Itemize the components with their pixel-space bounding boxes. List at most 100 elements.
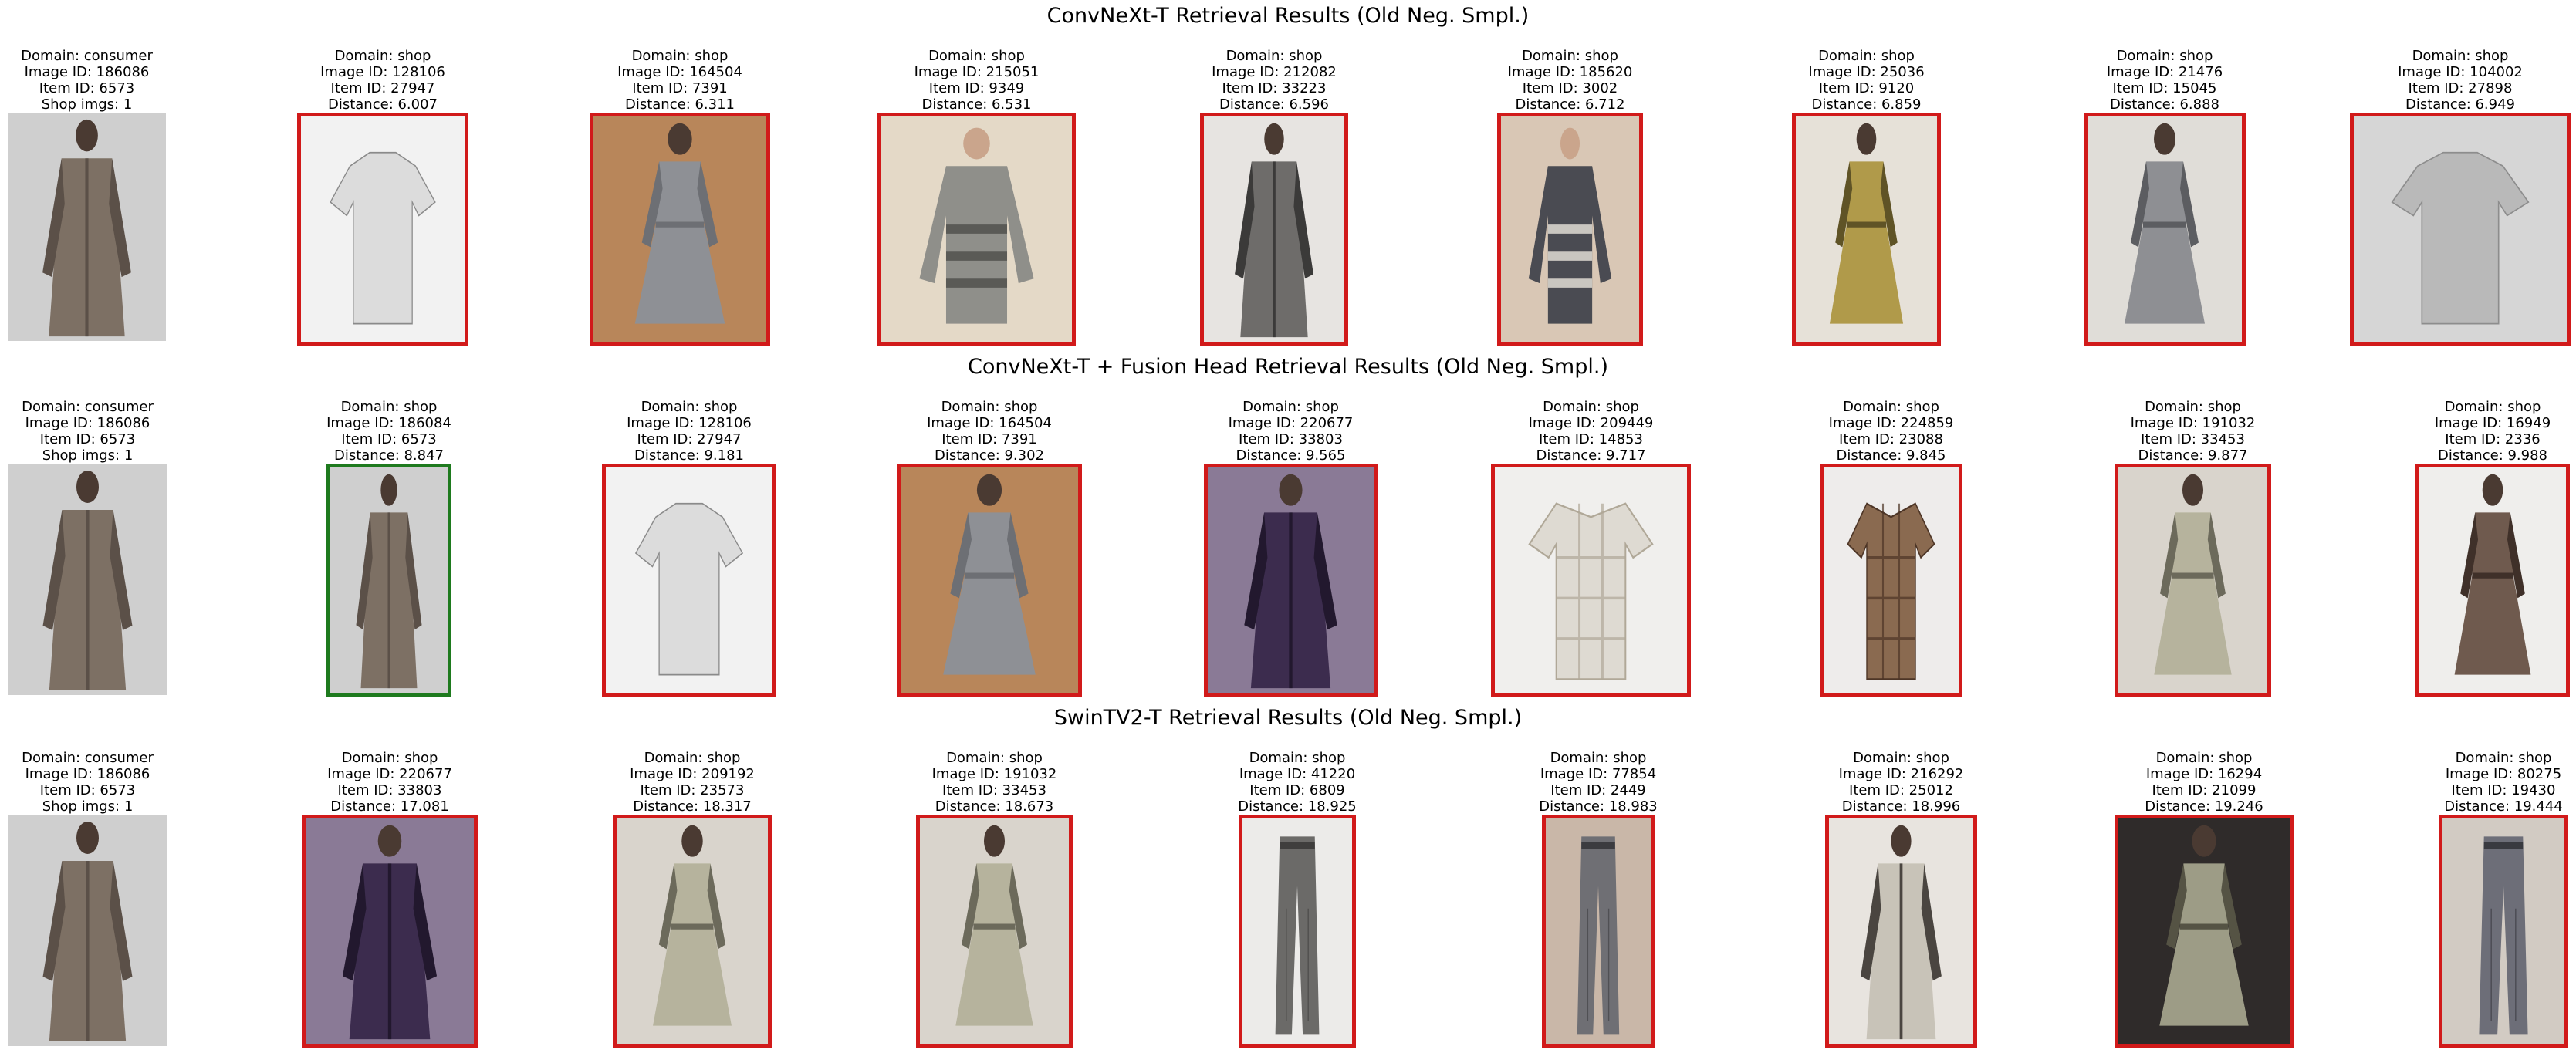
result-image[interactable] <box>1200 113 1348 346</box>
image-id-label: Image ID: 191032 <box>931 766 1057 782</box>
shop-imgs-label: Shop imgs: 1 <box>42 798 134 815</box>
image-id-label: Image ID: 186086 <box>25 415 150 431</box>
result-image[interactable] <box>1497 113 1643 346</box>
result-image[interactable] <box>602 464 776 697</box>
result-image[interactable] <box>2439 815 2568 1048</box>
shop-imgs-label: Shop imgs: 1 <box>42 447 134 464</box>
item-id-label: Item ID: 33453 <box>942 782 1046 798</box>
domain-label: Domain: shop <box>2455 750 2552 766</box>
item-id-label: Item ID: 33223 <box>1222 80 1327 96</box>
domain-label: Domain: shop <box>2412 48 2509 64</box>
item-id-label: Item ID: 9349 <box>928 80 1025 96</box>
result-image[interactable] <box>1825 815 1977 1048</box>
distance-label: Distance: 19.246 <box>2145 798 2263 815</box>
image-id-label: Image ID: 25036 <box>1808 64 1925 80</box>
result-image[interactable] <box>897 464 1082 697</box>
image-id-label: Image ID: 220677 <box>327 766 452 782</box>
domain-label: Domain: shop <box>641 399 738 415</box>
result-caption: Domain: shop Image ID: 220677 Item ID: 3… <box>217 750 563 815</box>
result-image[interactable] <box>590 113 770 346</box>
item-id-label: Item ID: 33453 <box>2141 431 2245 447</box>
item-id-label: Item ID: 14853 <box>1539 431 1643 447</box>
distance-label: Distance: 6.859 <box>1811 96 1922 113</box>
distance-label: Distance: 8.847 <box>333 447 445 464</box>
query-caption: Domain: consumer Image ID: 186086 Item I… <box>0 399 252 464</box>
result-image[interactable] <box>1204 464 1378 697</box>
distance-label: Distance: 18.983 <box>1539 798 1658 815</box>
result-image[interactable] <box>916 815 1073 1048</box>
image-id-label: Image ID: 104002 <box>2398 64 2523 80</box>
distance-label: Distance: 9.988 <box>2437 447 2548 464</box>
image-id-label: Image ID: 212082 <box>1212 64 1337 80</box>
domain-label: Domain: consumer <box>22 750 154 766</box>
result-image[interactable] <box>2350 113 2571 346</box>
distance-label: Distance: 18.996 <box>1841 798 1961 815</box>
image-id-label: Image ID: 216292 <box>1838 766 1964 782</box>
result-image[interactable] <box>326 464 451 697</box>
result-image[interactable] <box>1820 464 1962 697</box>
image-id-label: Image ID: 191032 <box>2130 415 2256 431</box>
distance-label: Distance: 6.007 <box>327 96 438 113</box>
result-image[interactable] <box>1792 113 1941 346</box>
result-caption: Domain: shop Image ID: 215051 Item ID: 9… <box>793 48 1161 113</box>
item-id-label: Item ID: 6809 <box>1249 782 1345 798</box>
result-image[interactable] <box>2115 464 2271 697</box>
result-image[interactable] <box>1239 815 1356 1048</box>
item-id-label: Item ID: 27947 <box>330 80 435 96</box>
item-id-label: Item ID: 19430 <box>2451 782 2556 798</box>
item-id-label: Item ID: 33803 <box>337 782 442 798</box>
result-caption: Domain: shop Image ID: 164504 Item ID: 7… <box>812 399 1167 464</box>
section-title: ConvNeXt-T Retrieval Results (Old Neg. S… <box>1046 4 1530 28</box>
result-caption: Domain: shop Image ID: 16949 Item ID: 23… <box>2331 399 2576 464</box>
domain-label: Domain: shop <box>2155 750 2253 766</box>
result-caption: Domain: shop Image ID: 191032 Item ID: 3… <box>831 750 1158 815</box>
result-image[interactable] <box>1542 815 1655 1048</box>
result-caption: Domain: shop Image ID: 25036 Item ID: 91… <box>1707 48 2026 113</box>
result-image[interactable] <box>302 815 478 1048</box>
distance-label: Distance: 18.673 <box>935 798 1054 815</box>
image-id-label: Image ID: 224859 <box>1828 415 1954 431</box>
image-id-label: Image ID: 186084 <box>326 415 451 431</box>
image-id-label: Image ID: 128106 <box>320 64 445 80</box>
distance-label: Distance: 9.717 <box>1536 447 1646 464</box>
item-id-label: Item ID: 6573 <box>39 431 136 447</box>
result-image[interactable] <box>1491 464 1691 697</box>
result-caption: Domain: shop Image ID: 77854 Item ID: 24… <box>1457 750 1739 815</box>
domain-label: Domain: shop <box>341 750 438 766</box>
query-image[interactable] <box>8 464 167 695</box>
image-id-label: Image ID: 186086 <box>25 766 150 782</box>
result-caption: Domain: shop Image ID: 185620 Item ID: 3… <box>1412 48 1728 113</box>
result-image[interactable] <box>2115 815 2294 1048</box>
domain-label: Domain: shop <box>2145 399 2241 415</box>
item-id-label: Item ID: 6573 <box>39 782 136 798</box>
domain-label: Domain: shop <box>644 750 741 766</box>
item-id-label: Item ID: 27898 <box>2408 80 2513 96</box>
image-id-label: Image ID: 215051 <box>914 64 1040 80</box>
distance-label: Distance: 19.444 <box>2444 798 2563 815</box>
domain-label: Domain: shop <box>340 399 438 415</box>
image-id-label: Image ID: 80275 <box>2445 766 2562 782</box>
result-image[interactable] <box>877 113 1076 346</box>
distance-label: Distance: 6.712 <box>1515 96 1625 113</box>
distance-label: Distance: 17.081 <box>330 798 449 815</box>
query-image[interactable] <box>8 113 166 341</box>
distance-label: Distance: 9.181 <box>634 447 745 464</box>
result-image[interactable] <box>613 815 772 1048</box>
domain-label: Domain: shop <box>1225 48 1323 64</box>
item-id-label: Item ID: 23573 <box>640 782 745 798</box>
domain-label: Domain: shop <box>946 750 1043 766</box>
result-caption: Domain: shop Image ID: 128106 Item ID: 2… <box>212 48 553 113</box>
result-image[interactable] <box>297 113 468 346</box>
domain-label: Domain: shop <box>1550 750 1647 766</box>
query-image[interactable] <box>8 815 167 1046</box>
item-id-label: Item ID: 2449 <box>1550 782 1646 798</box>
result-caption: Domain: shop Image ID: 16294 Item ID: 21… <box>2030 750 2378 815</box>
result-image[interactable] <box>2084 113 2246 346</box>
result-image[interactable] <box>2415 464 2570 697</box>
distance-label: Distance: 9.302 <box>934 447 1045 464</box>
image-id-label: Image ID: 164504 <box>927 415 1052 431</box>
section-title: SwinTV2-T Retrieval Results (Old Neg. Sm… <box>1053 706 1523 730</box>
item-id-label: Item ID: 25012 <box>1849 782 1953 798</box>
domain-label: Domain: consumer <box>22 399 154 415</box>
image-id-label: Image ID: 209449 <box>1528 415 1654 431</box>
